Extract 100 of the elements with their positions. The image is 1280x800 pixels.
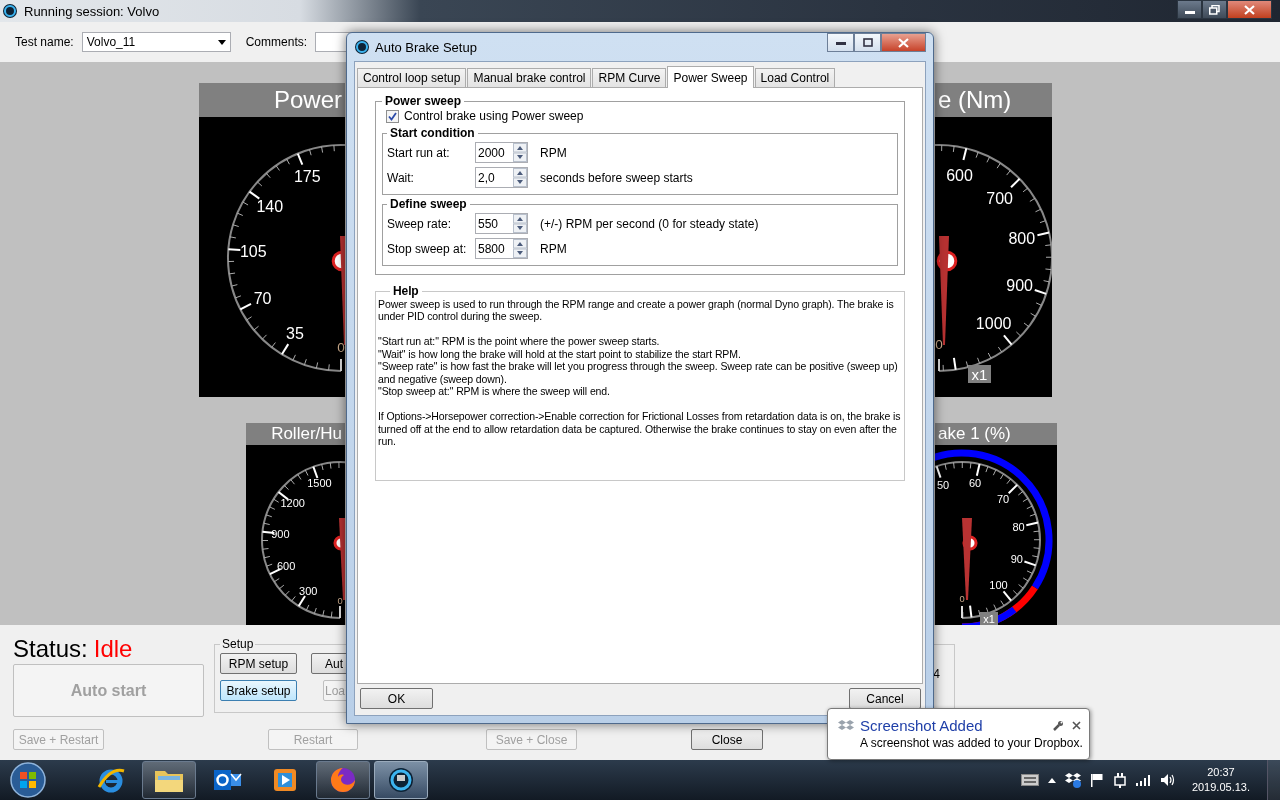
number-field[interactable]: 2,0 bbox=[475, 167, 528, 188]
status-value: Idle bbox=[93, 634, 133, 663]
tab[interactable]: RPM Curve bbox=[592, 68, 667, 87]
gauge-label: 35 bbox=[286, 324, 304, 342]
maximize-button[interactable] bbox=[854, 33, 881, 52]
setup-button[interactable]: Brake setup bbox=[220, 680, 297, 701]
gauge-label: 70 bbox=[996, 492, 1010, 505]
minimize-button[interactable] bbox=[827, 33, 854, 52]
field-label: Wait: bbox=[387, 170, 415, 185]
signal-icon[interactable] bbox=[1135, 774, 1152, 786]
gauge-label: 105 bbox=[239, 242, 267, 260]
checkbox[interactable] bbox=[386, 109, 399, 123]
gauge-label: 600 bbox=[946, 167, 973, 185]
notification-message: A screenshot was added to your Dropbox. bbox=[860, 736, 1081, 750]
spin-arrows-icon[interactable] bbox=[513, 168, 527, 187]
action-button[interactable]: Close bbox=[691, 729, 763, 750]
gauge-label: 0 bbox=[337, 339, 345, 355]
number-field[interactable]: 2000 bbox=[475, 142, 528, 163]
test-name-combo[interactable]: Volvo_11 bbox=[81, 32, 231, 52]
tab[interactable]: Power Sweep bbox=[667, 66, 754, 88]
tab[interactable]: Manual brake control bbox=[467, 68, 592, 87]
gauge-title: Roller/Hu bbox=[271, 424, 342, 444]
field-label: Test name: bbox=[15, 35, 74, 49]
close-icon bbox=[898, 37, 909, 48]
unit-label: (+/-) RPM per second (0 for steady state) bbox=[540, 216, 759, 231]
tab[interactable]: Control loop setup bbox=[357, 68, 467, 87]
dialog-button[interactable]: Cancel bbox=[849, 688, 921, 709]
gauge-label: 700 bbox=[986, 190, 1013, 207]
unit-label: seconds before sweep starts bbox=[540, 170, 693, 185]
caret-up-icon[interactable] bbox=[1047, 777, 1056, 783]
restore-button[interactable] bbox=[1202, 0, 1227, 19]
close-icon[interactable] bbox=[1072, 721, 1081, 730]
number-field[interactable]: 550 bbox=[475, 213, 528, 234]
gauge-title: ake 1 (%) bbox=[938, 424, 1011, 444]
dialog-title: Auto Brake Setup bbox=[375, 39, 477, 55]
wrench-icon[interactable] bbox=[1052, 719, 1064, 732]
gauge-label: 1000 bbox=[975, 314, 1012, 332]
gauge-title: e (Nm) bbox=[938, 86, 1012, 114]
clock-date[interactable]: 2019.05.13. bbox=[1191, 780, 1250, 795]
field-label: Sweep rate: bbox=[387, 216, 453, 231]
help-text: "Sweep rate" is how fast the brake will let you progress through the sweep. Sweep rate can be positive (sweep up) and negative (sweep down). bbox=[378, 360, 899, 385]
gauge-label: 900 bbox=[271, 527, 290, 540]
gauge-title: Power bbox=[273, 86, 342, 114]
help-text: Power sweep is used to run through the RPM range and create a power graph (normal Dyno graph). The brake is under PID control during the sweep. bbox=[378, 297, 895, 323]
flag-icon[interactable] bbox=[1089, 773, 1104, 787]
ring-icon bbox=[386, 765, 416, 795]
clock-time[interactable]: 20:37 bbox=[1207, 765, 1235, 780]
gauge-label: 1200 bbox=[280, 496, 305, 509]
box-icon bbox=[838, 718, 854, 733]
help-text: "Wait" is how long the brake will hold at the start point to stabilize the start RPM. bbox=[378, 347, 742, 360]
window-title: Running session: Volvo bbox=[24, 3, 160, 19]
app-icon bbox=[354, 39, 370, 55]
gauge-label: 600 bbox=[276, 560, 296, 573]
spin-arrows-icon[interactable] bbox=[513, 214, 527, 233]
gauge-label: 1500 bbox=[307, 477, 332, 490]
notification-title: Screenshot Added bbox=[860, 717, 983, 734]
close-button[interactable] bbox=[1227, 0, 1272, 19]
gauge-label: 0 bbox=[959, 593, 965, 604]
keyboard-icon[interactable] bbox=[1020, 774, 1039, 786]
restore-icon bbox=[1209, 4, 1220, 15]
help-text: If Options->Horsepower correction->Enable correction for Frictional Losses from retardation data is on, the brake is turned off at the end to allow retardation data be captured. Otherwise the brake continues to stay on even after the run. bbox=[378, 410, 902, 448]
scale-badge: x1 bbox=[968, 365, 991, 383]
gauge-label: 50 bbox=[937, 479, 950, 491]
gauge-label: 100 bbox=[989, 578, 1008, 591]
group-title: Help bbox=[390, 285, 422, 298]
tab[interactable]: Load Control bbox=[754, 68, 836, 87]
speaker-icon[interactable] bbox=[1160, 773, 1177, 787]
gauge-label: 80 bbox=[1012, 520, 1025, 533]
unit-label: RPM bbox=[540, 241, 567, 256]
setup-button[interactable]: RPM setup bbox=[220, 653, 297, 674]
help-text: "Start run at:" RPM is the point where the power sweep starts. bbox=[378, 335, 661, 348]
gauge-label: 60 bbox=[968, 477, 982, 490]
gauge-label: 175 bbox=[293, 168, 321, 186]
taskbar-button[interactable] bbox=[374, 761, 428, 799]
group-title: Power sweep bbox=[384, 94, 463, 108]
gauge-label: 300 bbox=[299, 584, 318, 597]
gauge-label: 70 bbox=[253, 289, 272, 307]
taskbar-button[interactable] bbox=[142, 761, 196, 799]
field-label: Start run at: bbox=[387, 145, 451, 160]
help-text: "Stop sweep at:" RPM is where the sweep will end. bbox=[378, 385, 611, 398]
spin-arrows-icon[interactable] bbox=[513, 239, 527, 258]
gauge-label: 900 bbox=[1006, 276, 1033, 294]
dialog-button[interactable]: OK bbox=[360, 688, 433, 709]
field-label: Stop sweep at: bbox=[387, 241, 468, 256]
box-icon[interactable] bbox=[1064, 772, 1081, 788]
group-title: Setup bbox=[221, 637, 255, 651]
group-title: Start condition bbox=[389, 126, 476, 140]
dropdown-arrow-icon bbox=[217, 39, 226, 45]
number-field[interactable]: 5800 bbox=[475, 238, 528, 259]
group-title: Define sweep bbox=[389, 197, 468, 211]
status-label: Status: bbox=[13, 634, 88, 663]
minimize-button[interactable] bbox=[1177, 0, 1202, 19]
spin-arrows-icon[interactable] bbox=[513, 143, 527, 162]
app-icon bbox=[2, 3, 18, 19]
gauge-label: 0 bbox=[337, 595, 343, 606]
unit-label: RPM bbox=[540, 145, 567, 160]
plug-icon[interactable] bbox=[1112, 772, 1127, 788]
gauge-label: 90 bbox=[1010, 552, 1023, 565]
maximize-icon bbox=[862, 38, 873, 47]
play-icon bbox=[271, 766, 299, 794]
